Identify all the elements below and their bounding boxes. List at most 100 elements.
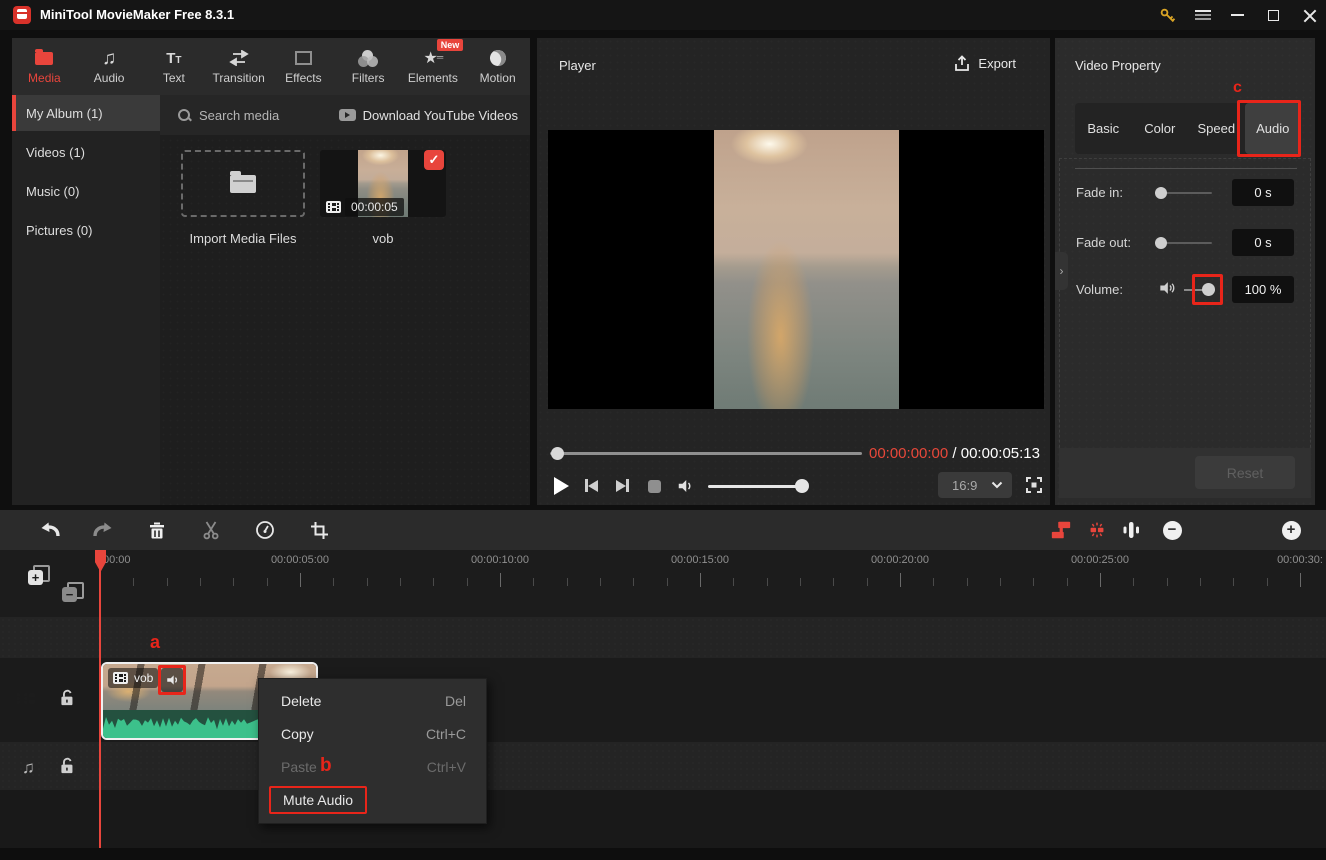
fullscreen-icon[interactable] <box>1025 476 1043 494</box>
search-icon[interactable] <box>178 109 191 122</box>
audio-waveform-icon[interactable] <box>1119 518 1143 542</box>
video-track-lock-icon[interactable] <box>58 688 75 707</box>
sidebar-item-videos[interactable]: Videos (1) <box>12 134 160 170</box>
ruler-tick <box>767 578 768 586</box>
seek-thumb[interactable] <box>551 447 564 460</box>
speed-icon[interactable] <box>253 518 277 542</box>
previous-frame-button[interactable] <box>585 479 598 492</box>
minimize-button[interactable] <box>1222 0 1252 30</box>
license-key-icon[interactable] <box>1152 0 1182 30</box>
fade-in-value[interactable]: 0 s <box>1232 179 1294 206</box>
fade-in-slider[interactable] <box>1157 192 1212 194</box>
menu-item-copy[interactable]: Copy Ctrl+C <box>259 717 486 750</box>
reset-button[interactable]: Reset <box>1195 456 1295 489</box>
ruler-tick <box>500 573 501 587</box>
nav-effects[interactable]: Effects <box>271 38 336 95</box>
fade-in-label: Fade in: <box>1076 185 1123 200</box>
youtube-download-icon <box>339 109 356 121</box>
volume-speaker-icon[interactable] <box>1157 278 1177 298</box>
zoom-in-icon[interactable]: + <box>1279 518 1303 542</box>
clip-duration: 00:00:05 <box>345 198 404 216</box>
sidebar-item-my-album[interactable]: My Album (1) <box>12 95 160 131</box>
ruler-tick <box>533 578 534 586</box>
timeline-ruler[interactable]: 00:0000:00:05:0000:00:10:0000:00:15:0000… <box>100 550 1326 595</box>
aspect-ratio-dropdown[interactable]: 16:9 <box>938 472 1012 498</box>
main-toolbar: Media ♫ Audio TT Text Transition Effects… <box>12 38 530 95</box>
ruler-label: 00:00 <box>103 554 131 566</box>
property-panel-title: Video Property <box>1075 58 1161 73</box>
menu-icon[interactable] <box>1188 0 1218 30</box>
maximize-button[interactable] <box>1258 0 1288 30</box>
import-media-dropzone[interactable] <box>181 150 305 217</box>
player-volume-slider[interactable] <box>708 485 805 488</box>
progress-row: 00:00:00:00 / 00:00:05:13 <box>550 445 1040 461</box>
film-icon <box>326 201 341 213</box>
ruler-tick <box>133 578 134 586</box>
ruler-tick <box>1000 578 1001 586</box>
export-icon <box>954 55 970 72</box>
filters-icon <box>358 48 378 68</box>
playhead-line[interactable] <box>99 550 101 848</box>
fade-out-value[interactable]: 0 s <box>1232 229 1294 256</box>
fade-out-row: Fade out: 0 s <box>1055 228 1315 258</box>
seek-bar[interactable] <box>550 452 862 455</box>
nav-transition[interactable]: Transition <box>206 38 271 95</box>
menu-item-delete[interactable]: Delete Del <box>259 684 486 717</box>
export-button[interactable]: Export <box>954 55 1016 72</box>
nav-motion[interactable]: Motion <box>465 38 530 95</box>
download-youtube-button[interactable]: Download YouTube Videos <box>339 108 518 123</box>
clip-context-menu: Delete Del Copy Ctrl+C Paste Ctrl+V Mute… <box>258 678 487 824</box>
undo-icon[interactable] <box>38 518 62 542</box>
nav-filters[interactable]: Filters <box>336 38 401 95</box>
close-button[interactable] <box>1294 0 1324 30</box>
nav-audio[interactable]: ♫ Audio <box>77 38 142 95</box>
fade-out-slider[interactable] <box>1157 242 1212 244</box>
ruler-tick <box>1300 573 1301 587</box>
fade-out-thumb[interactable] <box>1155 237 1167 249</box>
split-marker-icon[interactable] <box>1085 518 1109 542</box>
player-volume-thumb[interactable] <box>795 479 809 493</box>
remove-track-icon[interactable]: − <box>64 585 81 602</box>
menu-item-mute-audio[interactable]: Mute Audio <box>259 783 486 816</box>
search-input[interactable]: Search media <box>199 108 279 123</box>
music-track-lock-icon[interactable] <box>58 756 75 775</box>
add-track-icon[interactable]: + <box>30 568 47 585</box>
zoom-out-icon[interactable]: − <box>1160 518 1184 542</box>
sidebar-item-music[interactable]: Music (0) <box>12 173 160 209</box>
volume-row: Volume: 100 % <box>1055 275 1315 305</box>
ruler-tick <box>633 578 634 586</box>
film-icon <box>113 672 128 684</box>
clip-audio-speaker-icon[interactable] <box>161 668 183 692</box>
redo-icon[interactable] <box>91 518 115 542</box>
timecode: 00:00:00:00 / 00:00:05:13 <box>869 445 1040 462</box>
panel-collapse-arrow[interactable]: › <box>1055 252 1068 290</box>
divider <box>1075 168 1297 169</box>
crop-icon[interactable] <box>307 518 331 542</box>
ruler-tick <box>233 578 234 586</box>
transition-arrows-icon <box>229 48 249 68</box>
nav-elements[interactable]: New ★═ Elements <box>401 38 466 95</box>
annotation-letter-c: c <box>1233 79 1242 97</box>
stop-button[interactable] <box>648 480 661 493</box>
nav-text[interactable]: TT Text <box>142 38 207 95</box>
menu-item-paste[interactable]: Paste Ctrl+V <box>259 750 486 783</box>
storyboard-mode-icon[interactable] <box>1049 518 1073 542</box>
player-panel: Player Export 00:00:00:00 / 00:00:05:13 <box>537 38 1050 505</box>
player-controls: 16:9 <box>537 470 1050 502</box>
split-scissors-icon[interactable] <box>199 518 223 542</box>
annotation-letter-a: a <box>150 632 160 653</box>
fade-in-thumb[interactable] <box>1155 187 1167 199</box>
speaker-icon[interactable] <box>676 477 695 495</box>
nav-media[interactable]: Media <box>12 38 77 95</box>
ruler-tick <box>1033 578 1034 586</box>
tab-color[interactable]: Color <box>1132 103 1189 154</box>
tab-basic[interactable]: Basic <box>1075 103 1132 154</box>
next-frame-button[interactable] <box>616 479 629 492</box>
ruler-tick <box>1167 578 1168 586</box>
play-button[interactable] <box>554 477 569 495</box>
ruler-label: 00:00:20:00 <box>871 554 929 566</box>
volume-value[interactable]: 100 % <box>1232 276 1294 303</box>
delete-icon[interactable] <box>145 518 169 542</box>
sidebar-item-pictures[interactable]: Pictures (0) <box>12 212 160 248</box>
ruler-tick <box>1067 578 1068 586</box>
